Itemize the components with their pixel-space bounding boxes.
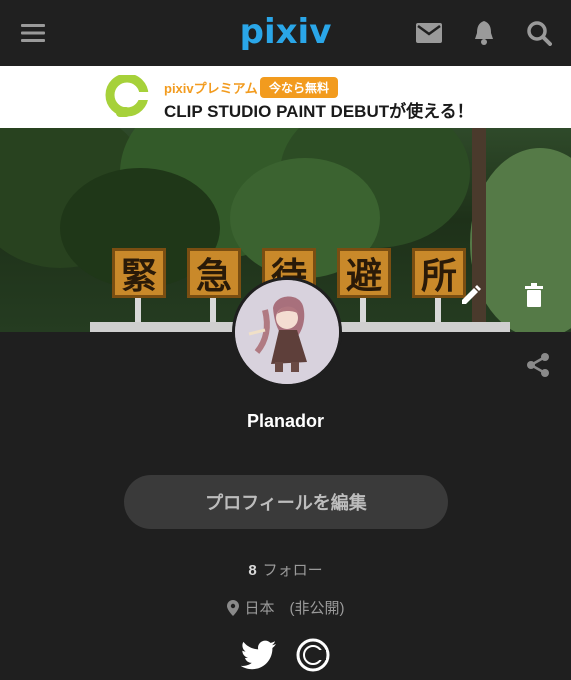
avatar[interactable] bbox=[232, 277, 342, 387]
follow-count-number: 8 bbox=[248, 562, 257, 579]
follow-count[interactable]: 8 フォロー bbox=[0, 559, 571, 580]
trash-icon[interactable] bbox=[519, 280, 549, 310]
location-info: 日本 (非公開) bbox=[0, 597, 571, 620]
circle-logo-icon[interactable] bbox=[295, 637, 331, 673]
follow-label: フォロー bbox=[262, 562, 323, 579]
banner-headline: CLIP STUDIO PAINT DEBUTが使える！ bbox=[164, 102, 474, 121]
top-nav-bar: pixiv bbox=[0, 0, 571, 67]
edit-profile-button[interactable]: プロフィールを編集 bbox=[124, 475, 448, 529]
pencil-icon[interactable] bbox=[456, 280, 486, 310]
profile-username: Planador bbox=[246, 411, 325, 431]
search-icon[interactable] bbox=[524, 18, 554, 48]
clip-studio-logo-icon bbox=[105, 75, 150, 117]
location-pin-icon bbox=[226, 600, 239, 620]
premium-banner[interactable]: pixivプレミアム 今なら無料 CLIP STUDIO PAINT DEBUT… bbox=[0, 66, 571, 128]
sign-char: 避 bbox=[337, 248, 391, 298]
twitter-icon[interactable] bbox=[241, 637, 277, 673]
free-now-badge: 今なら無料 bbox=[260, 77, 339, 98]
mail-icon[interactable] bbox=[414, 18, 444, 48]
sign-char: 緊 bbox=[112, 248, 166, 298]
sign-char: 急 bbox=[187, 248, 241, 298]
location-text: 日本 (非公開) bbox=[244, 600, 345, 617]
bell-icon[interactable] bbox=[469, 18, 499, 48]
premium-brand-label: pixivプレミアム bbox=[164, 81, 258, 96]
share-icon[interactable] bbox=[524, 351, 552, 379]
